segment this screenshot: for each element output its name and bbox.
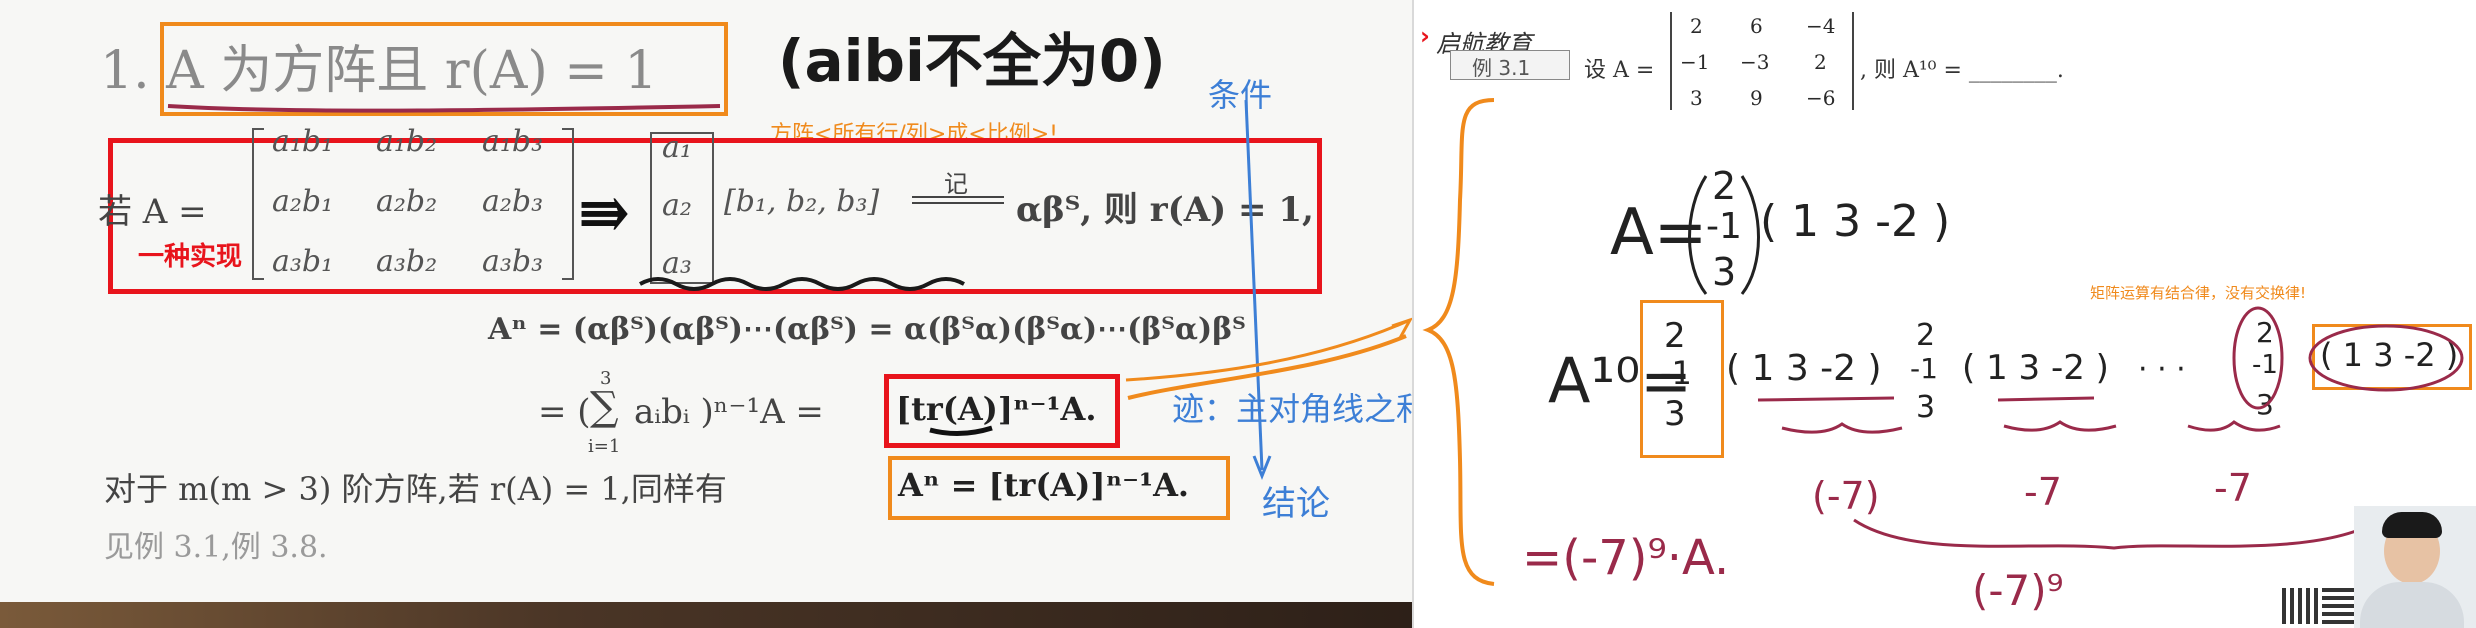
qr-code (2282, 588, 2318, 624)
annotation-arrows (1125, 99, 1412, 481)
hw-neg7: -7 (2214, 466, 2252, 510)
video-bottom-strip (0, 602, 1412, 628)
hw-power9: (-7)⁹ (1972, 566, 2064, 615)
lecture-board-right: › 启航教育 例 3.1 设 A = 2 6 −4 −1 −3 2 3 9 −6… (1412, 0, 2476, 628)
hw-neg7: -7 (2024, 470, 2062, 514)
lecture-slide-left: 1. A 为方阵且 r(A) = 1 (aibi不全为0) 条件 方阵<所有行/… (0, 0, 1412, 628)
hw-final-result: =(-7)⁹·A. (1522, 530, 1730, 586)
hw-neg7: (-7) (1812, 474, 1880, 518)
qr-code-2 (2322, 588, 2358, 624)
presenter-avatar (2354, 506, 2476, 628)
